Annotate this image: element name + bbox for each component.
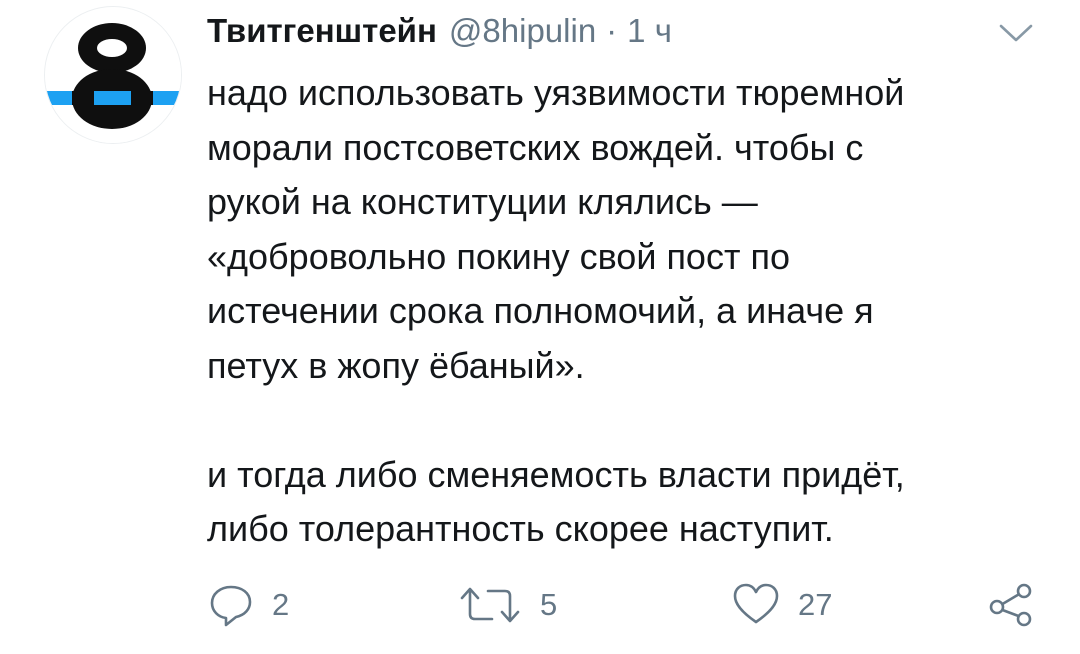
tweet-line: истечении срока полномочий, а иначе я [207, 290, 874, 331]
like-count: 27 [798, 587, 833, 622]
tweet-line: морали постсоветских вождей. чтобы с [207, 126, 864, 168]
display-name[interactable]: Твитгенштейн [207, 12, 437, 50]
retweet-count: 5 [540, 587, 558, 622]
tweet-text: надо использовать уязвимости тюремной мо… [207, 66, 1047, 557]
tweet-line: петух в жопу ёбаный». [207, 344, 585, 386]
tweet[interactable]: Твитгенштейн @8hipulin · 1 ч надо исполь… [0, 0, 1080, 654]
tweet-header: Твитгенштейн @8hipulin · 1 ч [207, 12, 672, 56]
retweet-icon [460, 587, 520, 623]
timestamp[interactable]: 1 ч [627, 12, 672, 50]
reply-count: 2 [272, 587, 290, 622]
chevron-down-icon[interactable] [998, 22, 1034, 44]
retweet-button[interactable]: 5 [458, 580, 557, 630]
user-handle[interactable]: @8hipulin [449, 12, 596, 50]
reply-button[interactable]: 2 [208, 580, 289, 630]
action-bar: 2 5 27 [0, 580, 1080, 630]
reply-icon [210, 585, 252, 627]
tweet-line: рукой на конституции клялись — [207, 181, 758, 222]
avatar-logo-icon [45, 7, 181, 143]
avatar[interactable] [44, 6, 182, 144]
tweet-line: и тогда либо сменяемость власти придёт, [207, 453, 905, 495]
separator-dot: · [606, 12, 618, 49]
heart-icon [733, 583, 779, 624]
tweet-line: либо толерантность скорее наступит. [207, 508, 834, 549]
share-icon [989, 583, 1032, 627]
like-button[interactable]: 27 [732, 580, 832, 630]
tweet-line: «добровольно покину свой пост по [207, 235, 790, 277]
tweet-line: надо использовать уязвимости тюремной [207, 72, 905, 113]
share-button[interactable] [986, 580, 1036, 630]
